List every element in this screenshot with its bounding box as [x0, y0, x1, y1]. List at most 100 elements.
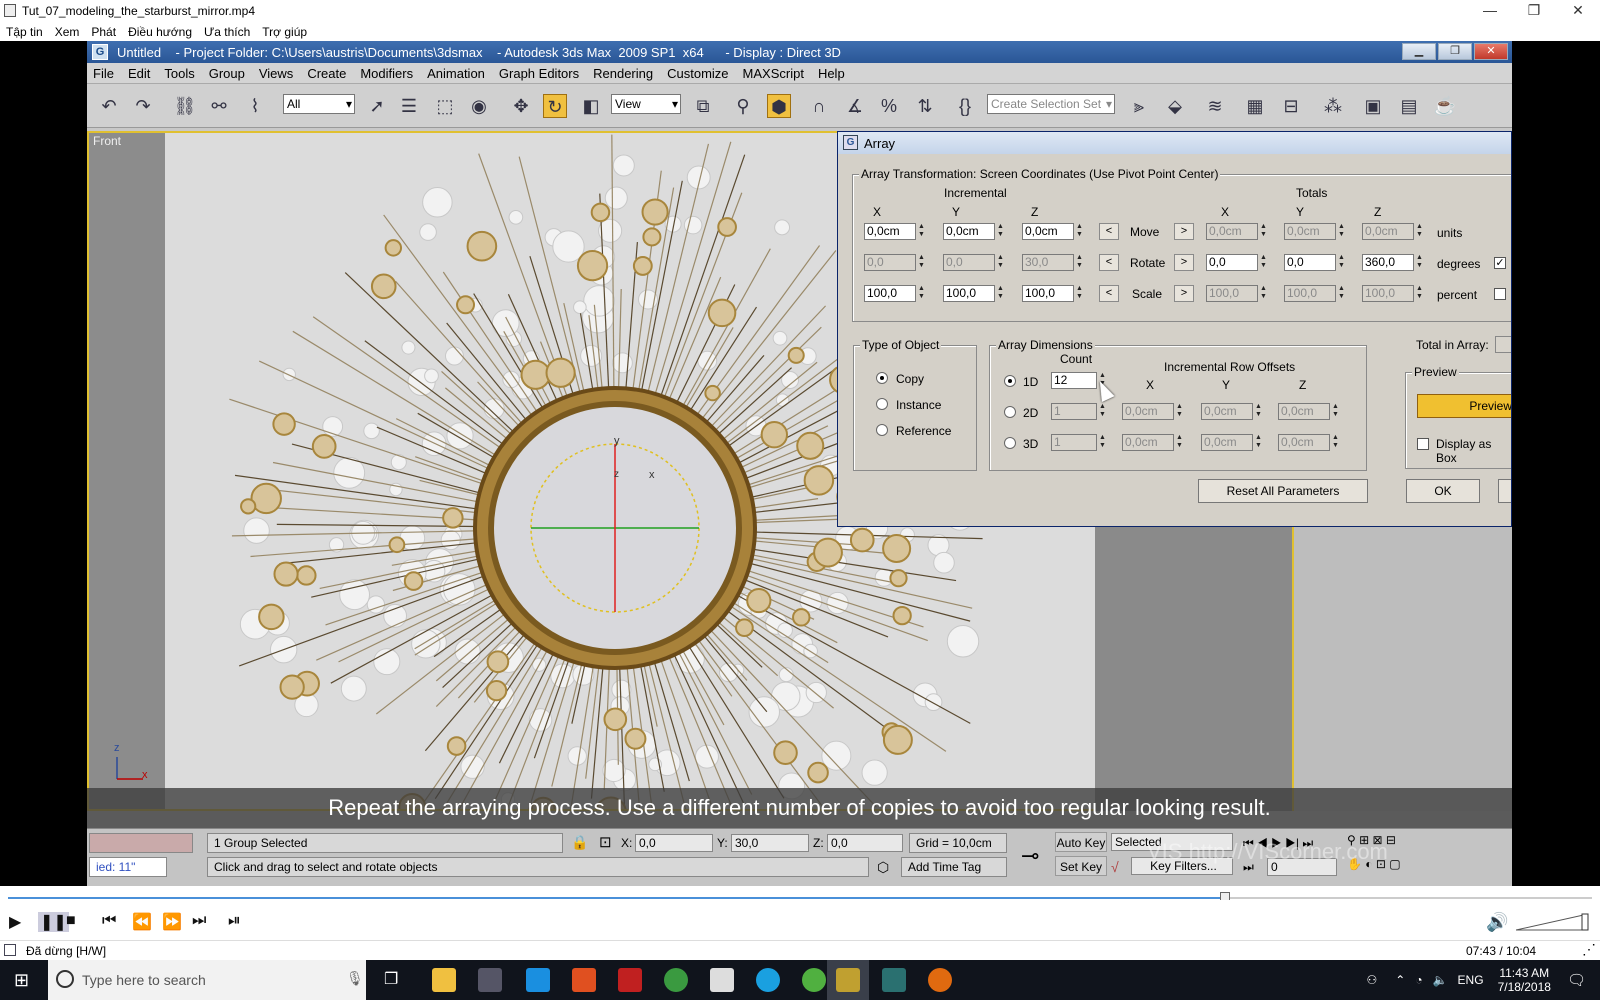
- layer-manager-icon[interactable]: ≋: [1203, 94, 1227, 118]
- select-manipulate-icon[interactable]: ⚲: [731, 94, 755, 118]
- count-3d-spinner[interactable]: 1 ▲ ▼: [1051, 434, 1107, 451]
- close-button[interactable]: ✕: [1556, 0, 1600, 22]
- z-coordinate-field[interactable]: 0,0: [827, 834, 903, 852]
- reference-radio[interactable]: [876, 424, 888, 436]
- taskbar-search-input[interactable]: Type here to search: [48, 960, 366, 1000]
- row2d-offset-x-spinner[interactable]: 0,0cm ▲ ▼: [1122, 403, 1184, 420]
- viewport-label[interactable]: Front: [93, 134, 121, 148]
- y-coordinate-field[interactable]: 30,0: [731, 834, 809, 852]
- player-menu-play[interactable]: Phát: [91, 25, 116, 39]
- mirror-icon[interactable]: ⫸: [1127, 94, 1151, 118]
- rectangular-selection-icon[interactable]: ⬚: [433, 94, 457, 118]
- move-inc-z-spinner[interactable]: 0,0cm ▲ ▼: [1022, 223, 1084, 240]
- file-explorer-icon[interactable]: [432, 968, 456, 992]
- percent-snap-icon[interactable]: %: [877, 94, 901, 118]
- player-menu-favorites[interactable]: Ưa thích: [204, 25, 250, 39]
- menu-tools[interactable]: Tools: [164, 66, 194, 81]
- cancel-button[interactable]: [1498, 479, 1511, 503]
- menu-animation[interactable]: Animation: [427, 66, 485, 81]
- count-2d-spinner[interactable]: 1 ▲ ▼: [1051, 403, 1107, 420]
- display-as-box-checkbox[interactable]: [1417, 438, 1429, 450]
- set-key-button[interactable]: Set Key: [1055, 856, 1107, 876]
- unlink-icon[interactable]: ⚯: [207, 94, 231, 118]
- calculator-icon[interactable]: [478, 968, 502, 992]
- windows-start-icon[interactable]: ⊞: [14, 970, 29, 991]
- speaker-icon[interactable]: 🔈: [1433, 973, 1448, 987]
- menu-modifiers[interactable]: Modifiers: [360, 66, 413, 81]
- people-icon[interactable]: ⚇: [1367, 973, 1378, 987]
- resize-grip-icon[interactable]: ⋰: [1582, 941, 1596, 958]
- next-icon[interactable]: ⏭: [192, 912, 206, 930]
- snaps-toggle-icon[interactable]: ∩: [807, 94, 831, 118]
- minimize-button[interactable]: —: [1468, 0, 1512, 22]
- undo-icon[interactable]: ↶: [97, 94, 121, 118]
- foxit-reader-icon[interactable]: [572, 968, 596, 992]
- max-minimize-button[interactable]: ▁: [1402, 43, 1436, 60]
- volume-icon[interactable]: 🔊: [1486, 912, 1508, 933]
- scale-left-arrow-button[interactable]: <: [1099, 285, 1119, 302]
- previous-icon[interactable]: ⏮: [102, 912, 116, 930]
- chrome-icon[interactable]: [664, 968, 688, 992]
- key-tangent-icon[interactable]: √: [1111, 859, 1119, 875]
- named-selection-set-dropdown[interactable]: Create Selection Set: [987, 94, 1115, 114]
- redo-icon[interactable]: ↷: [131, 94, 155, 118]
- row3d-offset-y-spinner[interactable]: 0,0cm ▲ ▼: [1201, 434, 1263, 451]
- preview-button[interactable]: Preview: [1417, 394, 1511, 418]
- pause-icon[interactable]: ❚❚: [38, 912, 69, 932]
- notifications-icon[interactable]: 🗨: [1567, 971, 1586, 989]
- media-player-icon[interactable]: [836, 968, 860, 992]
- instance-radio[interactable]: [876, 398, 888, 410]
- auto-key-button[interactable]: Auto Key: [1055, 832, 1107, 852]
- rotate-inc-y-spinner[interactable]: 0,0 ▲ ▼: [943, 254, 1005, 271]
- dimension-2d-radio[interactable]: [1004, 406, 1016, 418]
- rotate-tot-y-spinner[interactable]: 0,0 ▲ ▼: [1284, 254, 1346, 271]
- reference-coordinate-dropdown[interactable]: View: [611, 94, 681, 114]
- language-indicator[interactable]: ENG: [1458, 973, 1484, 987]
- ok-button[interactable]: OK: [1406, 479, 1480, 503]
- photos-icon[interactable]: [710, 968, 734, 992]
- player-menu-help[interactable]: Trợ giúp: [262, 25, 307, 39]
- tray-expand-icon[interactable]: ⌃: [1395, 973, 1405, 987]
- spinner-snap-icon[interactable]: ⇅: [913, 94, 937, 118]
- time-tag-icon[interactable]: ⬡: [877, 859, 889, 876]
- maxscript-output-field[interactable]: ied: 11": [89, 857, 167, 877]
- maximize-button[interactable]: ❐: [1512, 0, 1556, 22]
- rotate-inc-x-spinner[interactable]: 0,0 ▲ ▼: [864, 254, 926, 271]
- x-coordinate-field[interactable]: 0,0: [635, 834, 713, 852]
- menu-create[interactable]: Create: [307, 66, 346, 81]
- window-crossing-icon[interactable]: ◉: [467, 94, 491, 118]
- menu-customize[interactable]: Customize: [667, 66, 728, 81]
- set-key-mode-icon[interactable]: ⊸: [1021, 843, 1039, 869]
- uniform-scale-checkbox[interactable]: [1494, 288, 1506, 300]
- scale-icon[interactable]: ◧: [579, 94, 603, 118]
- menu-maxscript[interactable]: MAXScript: [743, 66, 804, 81]
- bind-space-warp-icon[interactable]: ⌇: [243, 94, 267, 118]
- stop-icon[interactable]: ■: [66, 912, 76, 930]
- selection-lock-icon[interactable]: 🔒: [571, 834, 588, 851]
- move-tot-y-spinner[interactable]: 0,0cm ▲ ▼: [1284, 223, 1346, 240]
- reset-all-parameters-button[interactable]: Reset All Parameters: [1198, 479, 1368, 503]
- scale-inc-z-spinner[interactable]: 100,0 ▲ ▼: [1022, 285, 1084, 302]
- menu-group[interactable]: Group: [209, 66, 245, 81]
- edit-named-selection-icon[interactable]: {}: [953, 94, 977, 118]
- keyboard-shortcut-override-icon[interactable]: ⬢: [767, 94, 791, 118]
- 3ds-max-icon[interactable]: [882, 968, 906, 992]
- move-icon[interactable]: ✥: [509, 94, 533, 118]
- scale-tot-x-spinner[interactable]: 100,0 ▲ ▼: [1206, 285, 1268, 302]
- move-right-arrow-button[interactable]: >: [1174, 223, 1194, 240]
- scale-inc-x-spinner[interactable]: 100,0 ▲ ▼: [864, 285, 926, 302]
- green-app-icon[interactable]: [802, 968, 826, 992]
- maxscript-listener-mini[interactable]: [89, 833, 193, 853]
- rendered-frame-window-icon[interactable]: ▤: [1397, 94, 1421, 118]
- row3d-offset-z-spinner[interactable]: 0,0cm ▲ ▼: [1278, 434, 1340, 451]
- player-menu-file[interactable]: Tập tin: [6, 25, 43, 39]
- add-time-tag-field[interactable]: Add Time Tag: [901, 857, 1007, 877]
- select-by-name-icon[interactable]: ☰: [397, 94, 421, 118]
- menu-views[interactable]: Views: [259, 66, 293, 81]
- frame-step-icon[interactable]: ⏯: [228, 912, 241, 930]
- move-inc-x-spinner[interactable]: 0,0cm ▲ ▼: [864, 223, 926, 240]
- menu-file[interactable]: File: [93, 66, 114, 81]
- link-icon[interactable]: ⛓: [173, 94, 197, 118]
- zalo-icon[interactable]: [526, 968, 550, 992]
- align-icon[interactable]: ⬙: [1163, 94, 1187, 118]
